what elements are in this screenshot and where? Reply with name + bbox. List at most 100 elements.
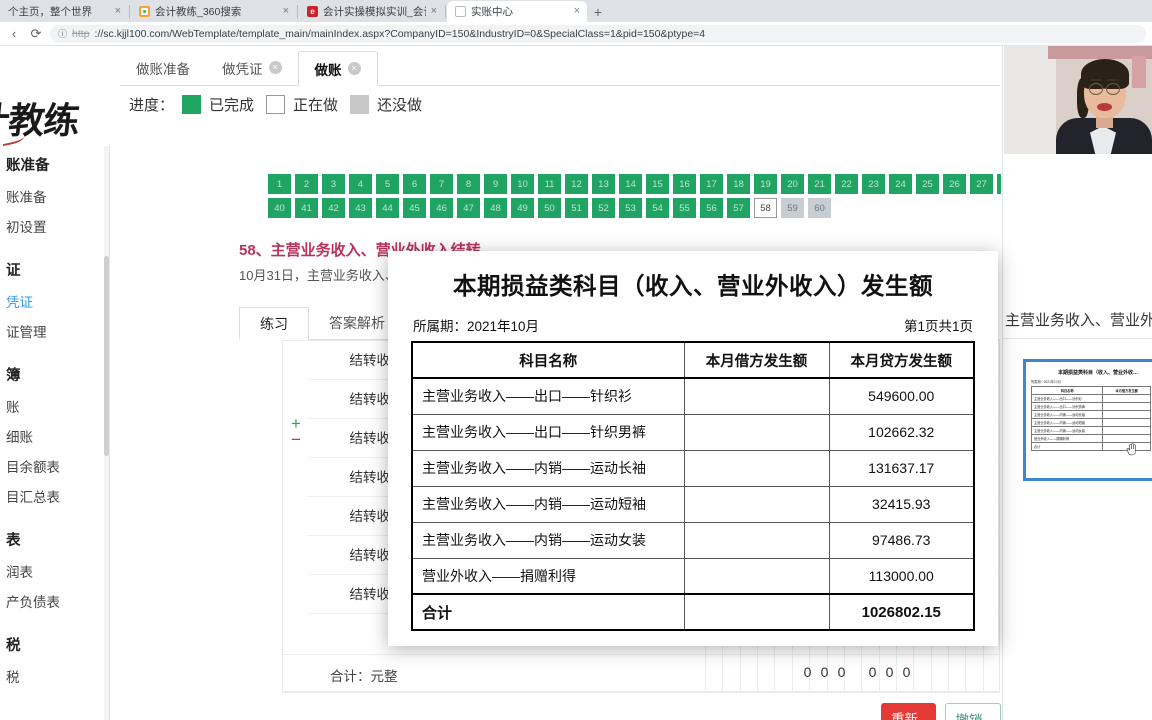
th-monthly-debit: 本月借方发生额 [683, 341, 830, 379]
sidebar-item-voucher[interactable]: 凭证 [0, 286, 109, 316]
close-icon[interactable]: × [574, 6, 580, 17]
progress-cell-9[interactable]: 9 [484, 174, 507, 194]
sidebar-item-initial-setup[interactable]: 初设置 [0, 211, 109, 241]
progress-cell-42[interactable]: 42 [322, 198, 345, 218]
sidebar-item-ledger[interactable]: 账 [0, 391, 109, 421]
progress-cell-56[interactable]: 56 [700, 198, 723, 218]
new-tab-button[interactable]: + [587, 1, 609, 22]
progress-cell-3[interactable]: 3 [322, 174, 345, 194]
progress-cell-28[interactable]: 28 [997, 174, 1001, 194]
progress-cell-11[interactable]: 11 [538, 174, 561, 194]
tab-bookkeeping[interactable]: 做账 × [297, 51, 378, 86]
progress-cell-45[interactable]: 45 [403, 198, 426, 218]
undo-clear-button[interactable]: 撤销清空 [944, 703, 1001, 720]
cell-name: 主营业务收入——出口——针织衫 [1030, 394, 1104, 403]
progress-cell-18[interactable]: 18 [727, 174, 750, 194]
progress-cell-1[interactable]: 1 [268, 174, 291, 194]
cell-amt [1102, 418, 1151, 427]
progress-cell-12[interactable]: 12 [565, 174, 588, 194]
progress-cell-60[interactable]: 60 [808, 198, 831, 218]
progress-cell-27[interactable]: 27 [970, 174, 993, 194]
sidebar-item-tax[interactable]: 税 [0, 661, 109, 691]
progress-cell-15[interactable]: 15 [646, 174, 669, 194]
progress-cell-16[interactable]: 16 [673, 174, 696, 194]
progress-cell-7[interactable]: 7 [430, 174, 453, 194]
progress-cell-14[interactable]: 14 [619, 174, 642, 194]
progress-cell-22[interactable]: 22 [835, 174, 858, 194]
progress-cell-44[interactable]: 44 [376, 198, 399, 218]
sidebar-item-accounting-prep[interactable]: 账准备 [0, 181, 109, 211]
cell-debit [683, 413, 830, 451]
progress-cell-13[interactable]: 13 [592, 174, 615, 194]
sidebar-item-trial-balance[interactable]: 目余额表 [0, 451, 109, 481]
sidebar-item-detail-ledger[interactable]: 细账 [0, 421, 109, 451]
progress-cell-58[interactable]: 58 [754, 198, 777, 218]
sidebar-item-voucher-mgmt[interactable]: 证管理 [0, 316, 109, 346]
close-icon[interactable]: × [268, 61, 282, 74]
progress-cell-8[interactable]: 8 [457, 174, 480, 194]
progress-cell-48[interactable]: 48 [484, 198, 507, 218]
progress-cell-52[interactable]: 52 [592, 198, 615, 218]
progress-cell-19[interactable]: 19 [754, 174, 777, 194]
redo-button[interactable]: 重新做题 [881, 703, 936, 720]
browser-tab-3-active[interactable]: 实账中心 × [447, 1, 587, 22]
tab-accounting-prep[interactable]: 做账准备 [120, 50, 206, 85]
progress-cell-51[interactable]: 51 [565, 198, 588, 218]
progress-cell-17[interactable]: 17 [700, 174, 723, 194]
info-circle-icon[interactable]: ⓘ [58, 27, 67, 40]
progress-cell-2[interactable]: 2 [295, 174, 318, 194]
sidebar-item-summary-table[interactable]: 目汇总表 [0, 481, 109, 511]
document-thumbnail[interactable]: 本期损益类科目（收入、营业外收… 所属期：2021年10月 科目名称 本月借方发… [1023, 359, 1152, 481]
table-row: 主营业务收入——内销——运动长袖 [1030, 410, 1151, 419]
browser-tab-1[interactable]: 会计教练_360搜索 × [131, 1, 296, 22]
presenter-video-overlay[interactable] [1004, 46, 1152, 154]
progress-cell-53[interactable]: 53 [619, 198, 642, 218]
close-icon[interactable]: × [431, 6, 437, 17]
progress-cell-25[interactable]: 25 [916, 174, 939, 194]
progress-cell-40[interactable]: 40 [268, 198, 291, 218]
url-input[interactable]: ⓘ http ://sc.kjjl100.com/WebTemplate/tem… [50, 24, 1146, 43]
sidebar-item-income-statement[interactable]: 润表 [0, 556, 109, 586]
progress-cell-55[interactable]: 55 [673, 198, 696, 218]
browser-tab-2[interactable]: e 会计实操模拟实训_会计做账… × [299, 1, 444, 22]
progress-cell-5[interactable]: 5 [376, 174, 399, 194]
report-table: 科目名称 本月借方发生额 本月贷方发生额 主营业务收入——出口——针织衫 549… [411, 341, 975, 631]
progress-cell-10[interactable]: 10 [511, 174, 534, 194]
tab-make-voucher[interactable]: 做凭证 × [206, 50, 298, 85]
glasses-right-lens-icon [1106, 83, 1120, 95]
sidebar-item-balance-sheet[interactable]: 产负债表 [0, 586, 109, 616]
progress-cell-6[interactable]: 6 [403, 174, 426, 194]
browser-tab-0[interactable]: 个主页，整个世界 × [0, 1, 128, 22]
cell-subject: 主营业务收入——内销——运动短袖 [411, 485, 685, 523]
progress-cell-23[interactable]: 23 [862, 174, 885, 194]
progress-cell-41[interactable]: 41 [295, 198, 318, 218]
close-icon[interactable]: × [347, 62, 361, 75]
close-icon[interactable]: × [283, 6, 289, 17]
progress-cell-26[interactable]: 26 [943, 174, 966, 194]
sidebar-scrollbar[interactable] [104, 146, 109, 720]
tab-label: 做账 [314, 62, 342, 78]
cell-amt [1102, 426, 1151, 435]
progress-cell-59[interactable]: 59 [781, 198, 804, 218]
url-text: ://sc.kjjl100.com/WebTemplate/template_m… [94, 27, 706, 40]
progress-cell-49[interactable]: 49 [511, 198, 534, 218]
progress-cell-4[interactable]: 4 [349, 174, 372, 194]
progress-cell-50[interactable]: 50 [538, 198, 561, 218]
progress-cell-54[interactable]: 54 [646, 198, 669, 218]
progress-cell-43[interactable]: 43 [349, 198, 372, 218]
progress-cell-47[interactable]: 47 [457, 198, 480, 218]
progress-cell-46[interactable]: 46 [430, 198, 453, 218]
site-logo[interactable]: 计教练 [0, 84, 110, 146]
table-row: 主营业务收入——内销——运动短袖 32415.93 [411, 485, 975, 523]
minus-icon[interactable]: − [291, 431, 301, 448]
close-icon[interactable]: × [115, 6, 121, 17]
progress-cell-20[interactable]: 20 [781, 174, 804, 194]
tab-practice[interactable]: 练习 [239, 307, 309, 340]
progress-cell-21[interactable]: 21 [808, 174, 831, 194]
reload-icon[interactable]: ⟳ [28, 26, 44, 42]
back-arrow-icon[interactable]: ‹ [6, 26, 22, 42]
progress-cell-24[interactable]: 24 [889, 174, 912, 194]
progress-cell-57[interactable]: 57 [727, 198, 750, 218]
